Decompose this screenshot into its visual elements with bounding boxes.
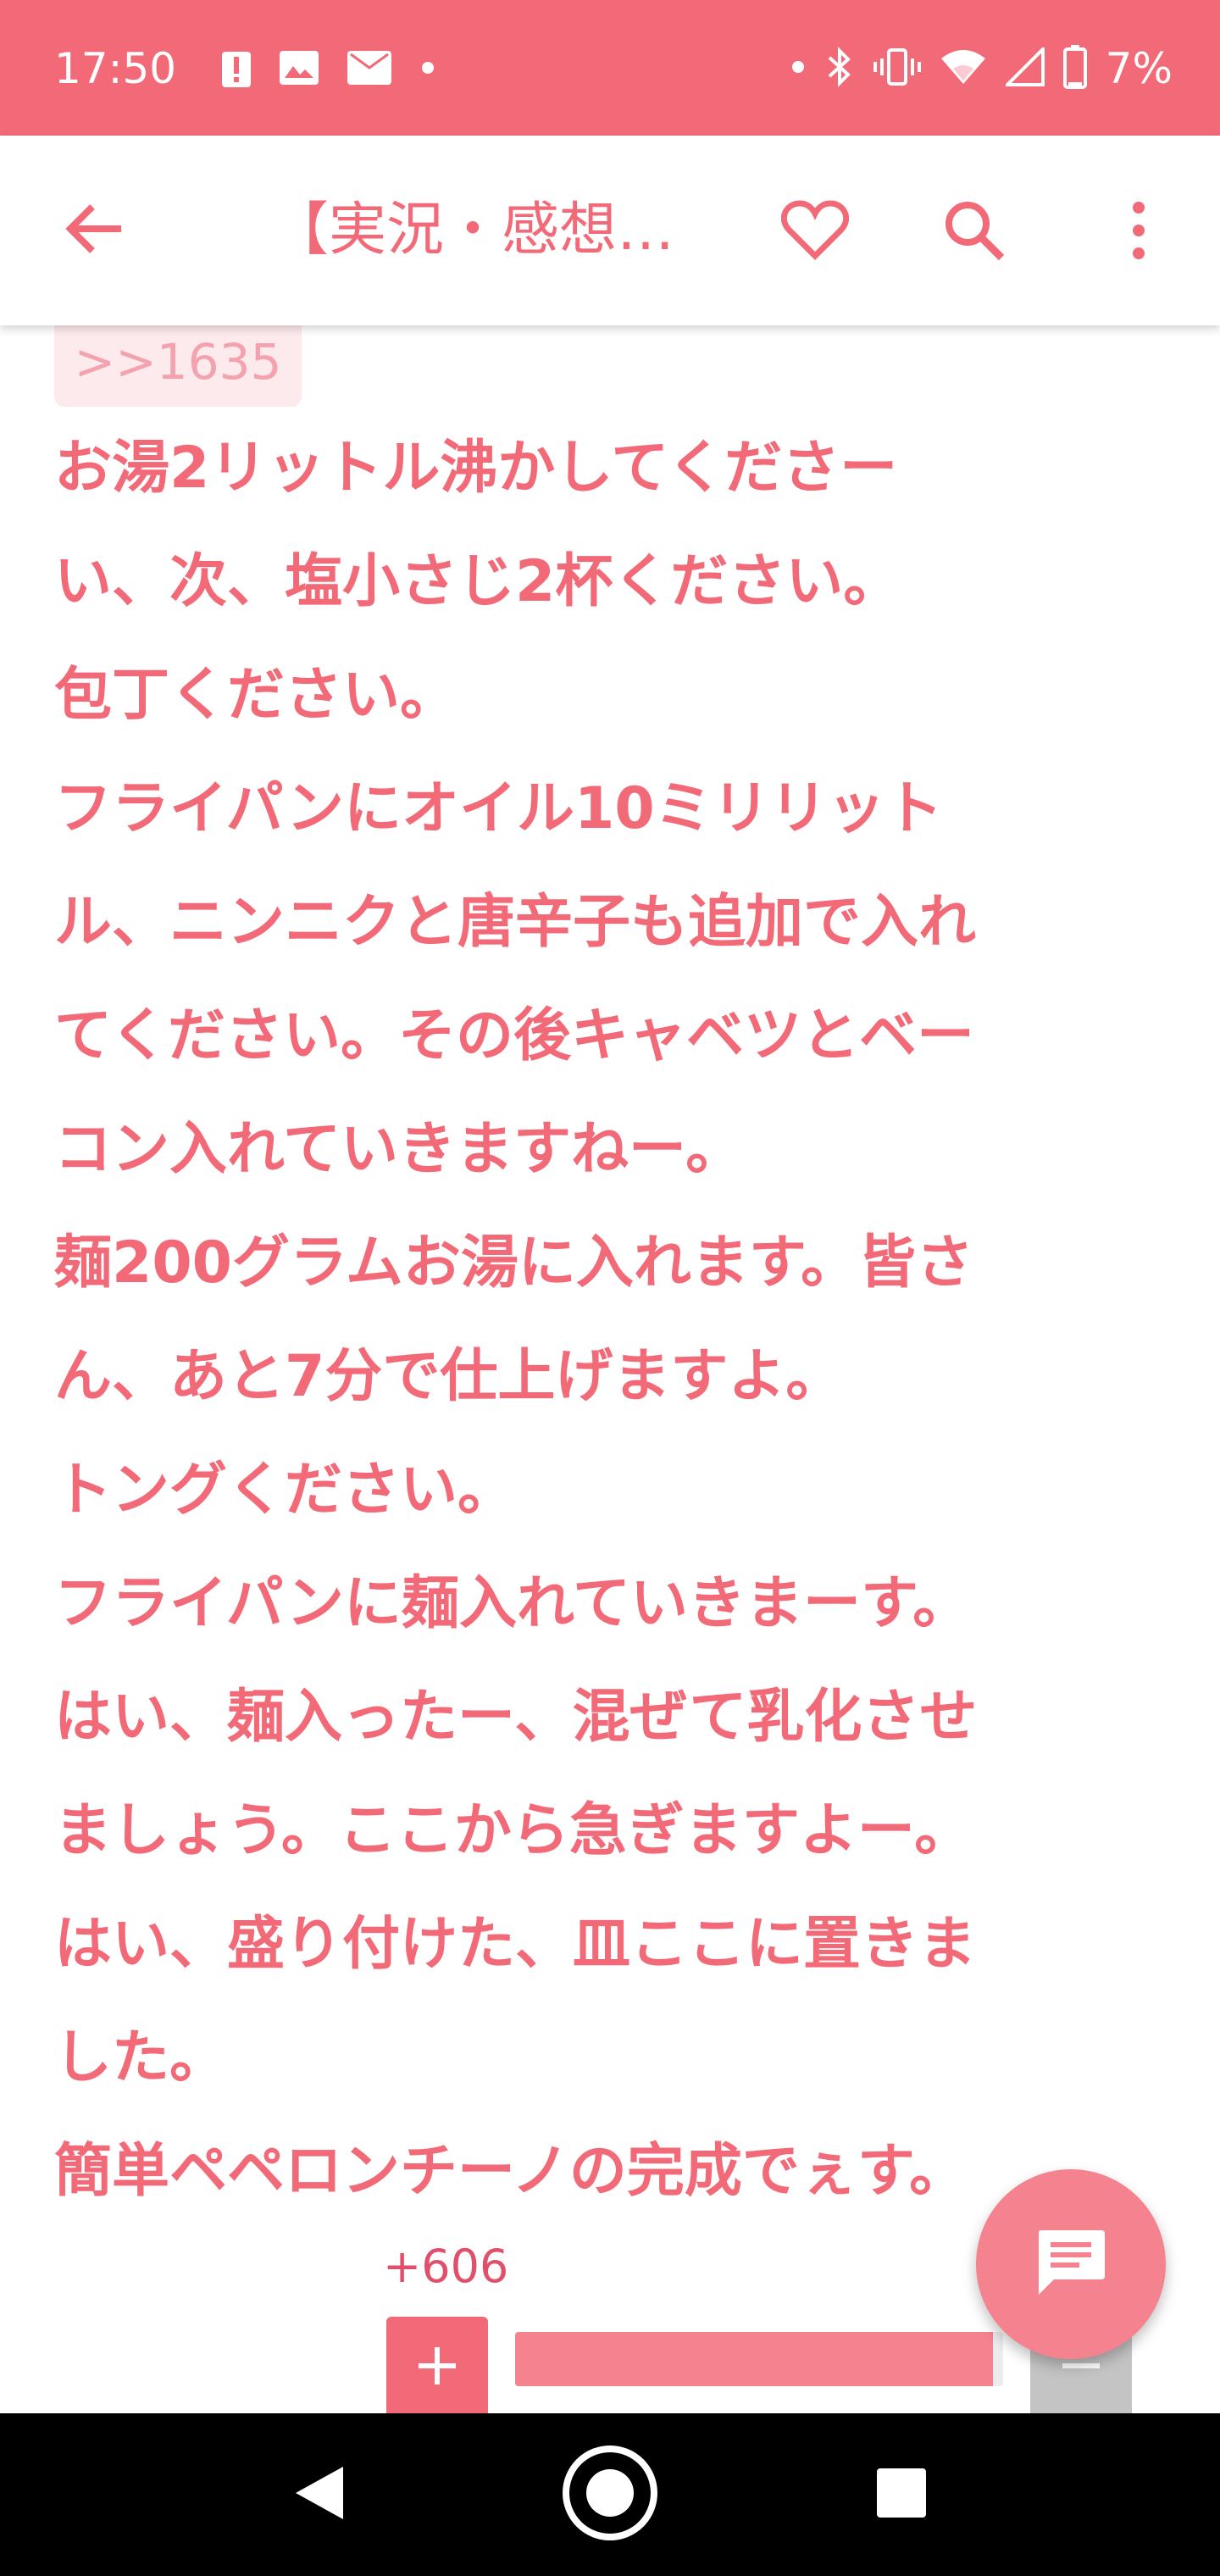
wifi-icon bbox=[940, 48, 987, 89]
post-line: てください。その後キャベツとベー bbox=[54, 1002, 974, 1069]
upvote-button[interactable] bbox=[386, 2317, 488, 2418]
post-line: い、次、塩小さじ2杯ください。 bbox=[54, 548, 901, 615]
search-icon bbox=[942, 198, 1006, 266]
post-line: コン入れていきますねー。 bbox=[54, 1116, 744, 1183]
status-right-icons: 7% bbox=[790, 39, 1173, 98]
post-body: お湯2リットル沸かしてくださー い、次、塩小さじ2杯ください。 包丁ください。 … bbox=[54, 412, 1173, 2229]
app-bar: 【実況・感想… bbox=[0, 136, 1220, 325]
dot-icon bbox=[790, 59, 806, 78]
post-line: はい、盛り付けた、皿ここに置きま bbox=[54, 1911, 977, 1978]
post-line: した。 bbox=[54, 2024, 228, 2091]
status-time: 17:50 bbox=[54, 44, 177, 93]
alert-icon bbox=[222, 48, 251, 91]
nav-back-button[interactable] bbox=[271, 2446, 369, 2544]
back-arrow-icon bbox=[65, 203, 125, 258]
post-line: ましょう。ここから急ぎますよー。 bbox=[54, 1797, 973, 1864]
dot-icon bbox=[420, 60, 435, 79]
battery-icon bbox=[1062, 45, 1087, 92]
post-line: フライパンに麺入れていきまーす。 bbox=[54, 1570, 971, 1637]
nav-home-icon bbox=[561, 2444, 659, 2545]
post-line: 包丁ください。 bbox=[54, 662, 458, 729]
page-title: 【実況・感想… bbox=[271, 197, 675, 264]
search-button[interactable] bbox=[932, 190, 1017, 275]
system-nav-bar bbox=[0, 2413, 1220, 2576]
nav-recents-icon bbox=[875, 2467, 928, 2523]
post-content: >>1635 お湯2リットル沸かしてくださー い、次、塩小さじ2杯ください。 包… bbox=[54, 325, 1173, 2444]
bluetooth-icon bbox=[824, 46, 855, 92]
nav-home-button[interactable] bbox=[561, 2446, 659, 2544]
post-line: ル、ニンニクと唐辛子も追加で入れ bbox=[54, 889, 977, 956]
post-line: フライパンにオイル10ミリリット bbox=[54, 775, 943, 842]
favorite-button[interactable] bbox=[773, 190, 857, 275]
image-icon bbox=[280, 51, 319, 88]
heart-icon bbox=[780, 200, 850, 264]
status-left-icons bbox=[222, 44, 435, 95]
reply-anchor-link[interactable]: >>1635 bbox=[54, 325, 302, 407]
post-line: ん、あと7分で仕上げますよ。 bbox=[54, 1343, 844, 1410]
vote-count: +606 bbox=[383, 2240, 509, 2293]
post-line: トングください。 bbox=[54, 1457, 516, 1524]
comment-fab[interactable] bbox=[976, 2169, 1166, 2359]
battery-percent: 7% bbox=[1105, 44, 1173, 93]
vote-ratio-fill bbox=[515, 2332, 994, 2386]
post-line: お湯2リットル沸かしてくださー bbox=[54, 435, 898, 502]
status-bar: 17:50 7% bbox=[0, 0, 1220, 136]
back-button[interactable] bbox=[53, 188, 137, 273]
post-line: はい、麺入ったー、混ぜて乳化させ bbox=[54, 1684, 978, 1751]
more-vert-icon bbox=[1130, 201, 1147, 264]
vote-ratio-bar bbox=[515, 2332, 1003, 2386]
comment-icon bbox=[1034, 2227, 1108, 2301]
more-options-button[interactable] bbox=[1096, 190, 1181, 275]
au-mail-icon bbox=[347, 51, 391, 88]
nav-back-icon bbox=[292, 2463, 348, 2526]
plus-icon bbox=[413, 2342, 461, 2393]
vibrate-icon bbox=[873, 48, 921, 89]
signal-icon bbox=[1002, 45, 1045, 90]
post-line: 麺200グラムお湯に入れます。皆さ bbox=[54, 1230, 974, 1296]
nav-recents-button[interactable] bbox=[852, 2446, 951, 2544]
